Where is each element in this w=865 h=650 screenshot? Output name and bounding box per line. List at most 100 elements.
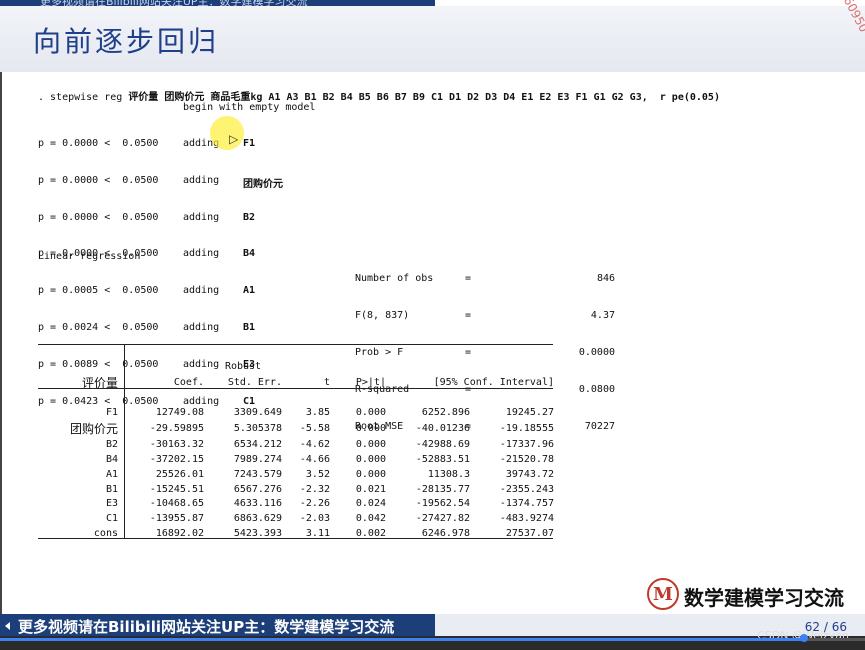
col-coef: Coef. <box>173 376 204 388</box>
step-p-value: p = 0.0005 < 0.0500 <box>38 285 159 297</box>
step-p-value: p = 0.0000 < 0.0500 <box>38 211 159 223</box>
triangle-left-icon <box>5 622 10 630</box>
cell-coef: -13955.87 <box>149 513 204 525</box>
cell-p: 0.000 <box>355 439 386 451</box>
col-conf-interval: [95% Conf. Interval] <box>433 376 554 388</box>
table-row: _cons 16892.02 5423.393 3.11 0.002 6246.978 27… <box>38 526 554 541</box>
step-p-value: p = 0.0000 < 0.0500 <box>38 174 159 186</box>
step-var: B4 <box>243 248 256 260</box>
cell-lo: -19562.54 <box>415 498 470 510</box>
cell-se: 5423.393 <box>233 528 282 540</box>
stat-value: 846 <box>596 273 615 284</box>
robust-header: Robust <box>224 360 262 372</box>
step-p-value: p = 0.0000 < 0.0500 <box>38 138 159 149</box>
cell-t: -5.58 <box>299 423 330 435</box>
cell-se: 7243.579 <box>233 468 282 480</box>
cell-p: 0.042 <box>355 513 386 525</box>
cell-t: -4.62 <box>299 439 330 451</box>
cell-coef: -15245.51 <box>149 483 204 495</box>
table-row: 团购价元 -29.59895 5.305378 -5.58 0.000 -40.01236… <box>38 420 554 437</box>
cell-lo: -28135.77 <box>415 483 470 495</box>
table-row: F1 12749.08 3309.649 3.85 0.000 6252.896 19245… <box>38 406 554 421</box>
cell-hi: 19245.27 <box>505 407 554 419</box>
cell-lo: -40.01236 <box>415 423 470 435</box>
col-t: t <box>323 376 330 388</box>
cell-hi: 27537.07 <box>505 528 554 540</box>
table-row: C1 -13955.87 6863.629 -2.03 0.042 -27427.82 -4… <box>38 511 554 526</box>
cell-se: 3309.649 <box>233 407 282 419</box>
cell-p: 0.021 <box>355 483 386 495</box>
stata-command: . stepwise reg 评价量 团购价元 商品毛重kg A1 A3 B1 … <box>38 88 720 103</box>
row-name: 团购价元 <box>69 422 118 437</box>
stat-key: F(8, 837) <box>355 310 410 321</box>
row-name: E3 <box>105 498 118 510</box>
cell-t: 3.11 <box>305 528 330 540</box>
cell-hi: -21520.78 <box>499 454 554 466</box>
cursor-highlight <box>210 116 244 150</box>
table-row: A1 25526.01 7243.579 3.52 0.000 11308.3 39743.… <box>38 467 554 482</box>
row-name: A1 <box>105 468 118 480</box>
video-progress-fill <box>0 638 805 641</box>
logo-text: 数学建模学习交流 <box>684 586 844 610</box>
step-row: p = 0.0000 < 0.0500 adding B2 <box>38 212 283 227</box>
cell-t: -4.66 <box>299 454 330 466</box>
stat-eq: = <box>465 273 472 284</box>
cell-lo: -42988.69 <box>415 439 470 451</box>
stat-row: Number of obs = 846 <box>355 273 615 288</box>
mouse-pointer-icon: ▷ <box>229 132 239 146</box>
cell-lo: -52883.51 <box>415 454 470 466</box>
cell-p: 0.000 <box>355 423 386 435</box>
stat-value: 4.37 <box>590 310 615 321</box>
step-row: p = 0.0000 < 0.0500 adding 团购价元 <box>38 175 283 190</box>
cell-p: 0.000 <box>355 454 386 466</box>
stat-key: Number of obs <box>355 273 434 284</box>
regression-label: Linear regression <box>38 251 141 262</box>
step-var: F1 <box>243 138 256 149</box>
command-dep-var: 评价量 <box>128 92 159 103</box>
cell-coef: -10468.65 <box>149 498 204 510</box>
begin-model-text: begin with empty model <box>183 102 316 113</box>
stat-eq: = <box>465 310 472 321</box>
command-rest: kg A1 A3 B1 B2 B4 B5 B6 B7 B9 C1 D1 D2 D… <box>250 92 720 103</box>
cell-se: 6863.629 <box>233 513 282 525</box>
step-var: B2 <box>243 211 256 223</box>
step-action: adding <box>183 174 220 186</box>
row-name: F1 <box>105 407 118 419</box>
cell-lo: 11308.3 <box>427 468 470 480</box>
row-name: _cons <box>87 528 118 540</box>
cell-coef: -30163.32 <box>149 439 204 451</box>
cell-lo: 6252.896 <box>421 407 470 419</box>
step-action: adding <box>183 248 220 260</box>
video-progress-bar[interactable] <box>0 638 865 641</box>
cell-coef: 16892.02 <box>155 528 204 540</box>
step-var: 团购价元 <box>243 178 283 190</box>
row-name: C1 <box>105 513 118 525</box>
cell-t: -2.32 <box>299 483 330 495</box>
col-stderr: Std. Err. <box>227 376 282 388</box>
cell-hi: 39743.72 <box>505 468 554 480</box>
window-edge <box>0 0 2 636</box>
table-row: B1 -15245.51 6567.276 -2.32 0.021 -28135.77 -2… <box>38 482 554 497</box>
step-row: p = 0.0005 < 0.0500 adding A1 <box>38 285 283 300</box>
table-row: E3 -10468.65 4633.116 -2.26 0.024 -19562.54 -1… <box>38 497 554 512</box>
slide-title: 向前逐步回归 <box>33 25 220 58</box>
cell-p: 0.000 <box>355 468 386 480</box>
cell-coef: 12749.08 <box>155 407 204 419</box>
row-name: B2 <box>105 439 118 451</box>
stat-row: F(8, 837) = 4.37 <box>355 310 615 325</box>
cell-se: 4633.116 <box>233 498 282 510</box>
table-row: B2 -30163.32 6534.212 -4.62 0.000 -42988.69 -1… <box>38 437 554 452</box>
cell-coef: 25526.01 <box>155 468 204 480</box>
command-prefix: . stepwise reg <box>38 92 129 103</box>
logo-icon: M <box>647 578 679 610</box>
step-action: adding <box>183 321 220 333</box>
cell-t: 3.52 <box>305 468 330 480</box>
cell-se: 7989.274 <box>233 454 282 466</box>
row-name: B4 <box>105 454 118 466</box>
cell-se: 6534.212 <box>233 439 282 451</box>
cell-hi: -19.18555 <box>499 423 554 435</box>
col-p: P>|t| <box>355 376 386 388</box>
cell-t: 3.85 <box>305 407 330 419</box>
presentation-slide: 更多视频请在Bilibili网站关注UP主：数学建模学习交流 向前逐步回归 A1… <box>0 0 865 636</box>
step-action: adding <box>183 211 220 223</box>
